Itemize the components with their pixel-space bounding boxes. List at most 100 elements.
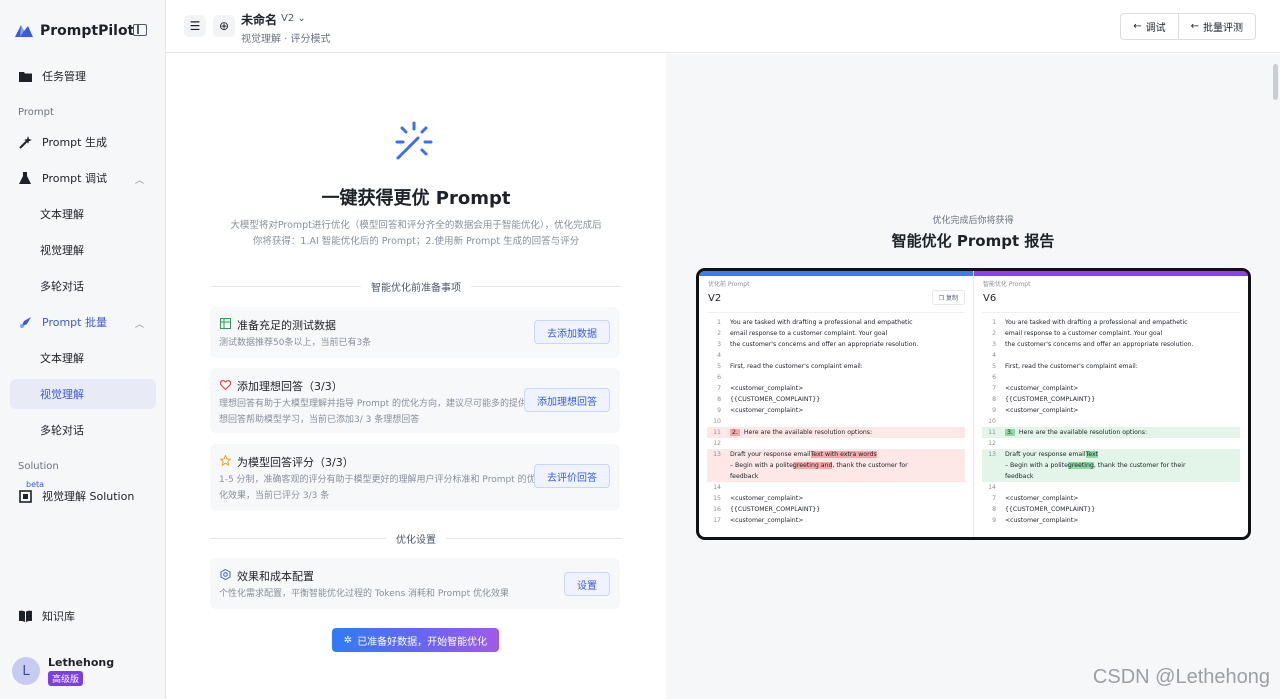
menu-icon[interactable]: ☰ — [184, 15, 206, 37]
line-number — [707, 471, 721, 482]
line-number: 10 — [713, 418, 721, 425]
line-number: 3 — [717, 341, 721, 348]
code-line: – Begin with a politegreeting and, thank… — [707, 460, 965, 471]
watermark: CSDN @Lethehong — [1092, 666, 1270, 688]
line-number: 9 — [992, 517, 996, 524]
rate-answers-button[interactable]: 去评价回答 — [534, 464, 610, 488]
line-text: You are tasked with drafting a professio… — [1005, 319, 1188, 326]
sidebar-item-knowledge[interactable]: 知识库 — [10, 601, 156, 631]
sidebar-item-label: Prompt 批量 — [42, 316, 107, 329]
line-text: <customer_complaint> — [730, 385, 804, 392]
breadcrumb-scoring: 评分模式 — [290, 34, 331, 45]
chevron-up-icon[interactable]: ︿ — [135, 317, 144, 330]
sidebar-collapse-icon[interactable] — [133, 24, 147, 36]
code-line: 12 — [707, 438, 965, 449]
sidebar-item-prompt-batch[interactable]: Prompt 批量 ︿ — [10, 307, 156, 337]
line-text: email response to a customer complaint. … — [1005, 330, 1163, 337]
card-title: 为模型回答评分（3/3） — [219, 454, 354, 470]
code-line: 12 — [982, 438, 1240, 449]
settings-button[interactable]: 设置 — [564, 572, 610, 596]
arrow-left-icon: ← — [1133, 21, 1142, 32]
card-ideal-answers: 添加理想回答（3/3） 理想回答有助于大模型理解并指导 Prompt 的优化方向… — [210, 368, 620, 433]
batch-eval-button-label: 批量评测 — [1203, 23, 1243, 34]
line-content: Here are the available resolution option… — [743, 429, 873, 436]
code-line: 2 email response to a customer complaint.… — [707, 328, 965, 339]
line-number: 7 — [992, 385, 996, 392]
batch-rocket-icon — [18, 315, 32, 329]
code-line: 11 2. Here are the available resolution op… — [707, 427, 965, 438]
report-preview-panel: 优化完成后你将获得 智能优化 Prompt 报告 优化前 Prompt V2 ❐… — [666, 54, 1280, 699]
sidebar-item-prompt-debug[interactable]: Prompt 调试 ︿ — [10, 163, 156, 193]
breadcrumb-mode: 视觉理解 — [241, 34, 281, 45]
header: ☰ ⊕ 未命名 V2 ⌄ 视觉理解 · 评分模式 ← 调试 ← 批量评测 — [166, 0, 1280, 53]
start-optimize-button[interactable]: ✲ 已准备好数据，开始智能优化 — [332, 628, 499, 652]
sidebar-item-batch-vision[interactable]: 视觉理解 — [10, 379, 156, 409]
pane-header: 优化前 Prompt — [708, 281, 750, 288]
card-title-text: 效果和成本配置 — [237, 570, 314, 583]
code-line: 10 — [707, 416, 965, 427]
user-profile[interactable]: L Lethehong 高级版 — [12, 656, 114, 686]
card-title: 添加理想回答（3/3） — [219, 378, 343, 394]
pane-version: V6 — [983, 293, 997, 304]
sidebar-item-prompt-gen[interactable]: Prompt 生成 — [10, 127, 156, 157]
line-number: 5 — [992, 363, 996, 370]
star-icon — [219, 454, 232, 469]
line-number: 9 — [992, 407, 996, 414]
line-number — [982, 460, 996, 471]
code-line: 5 First, read the customer's complaint em… — [707, 361, 965, 372]
add-data-button[interactable]: 去添加数据 — [534, 320, 610, 344]
line-number: 8 — [992, 506, 996, 513]
line-number: 7 — [717, 385, 721, 392]
code-line: 13 Draft your response emailText — [982, 449, 1240, 460]
diff-highlight: Text — [1085, 451, 1099, 458]
line-text: You are tasked with drafting a professio… — [730, 319, 913, 326]
line-number: 2 — [717, 330, 721, 337]
sidebar-item-debug-multiturn[interactable]: 多轮对话 — [10, 271, 156, 301]
sidebar-item-label: Prompt 调试 — [42, 172, 107, 185]
line-number: 14 — [988, 484, 996, 491]
sparkle-wand-icon — [395, 121, 433, 160]
sidebar-item-vision-solution[interactable]: 视觉理解 Solution — [10, 481, 156, 511]
sidebar-item-label: 多轮对话 — [40, 424, 84, 437]
code-line: 7 <customer_complaint> — [982, 493, 1240, 504]
sidebar-item-debug-vision[interactable]: 视觉理解 — [10, 235, 156, 265]
sidebar-item-debug-text[interactable]: 文本理解 — [10, 199, 156, 229]
sidebar-item-batch-multiturn[interactable]: 多轮对话 — [10, 415, 156, 445]
brand-name: PromptPilot — [40, 23, 135, 39]
sidebar-item-label: 知识库 — [42, 610, 75, 623]
optimize-panel: 一键获得更优 Prompt 大模型将对Prompt进行优化（模型回答和评分齐全的… — [166, 54, 666, 699]
card-title: 准备充足的测试数据 — [220, 317, 336, 333]
breadcrumb: 视觉理解 · 评分模式 — [241, 30, 331, 45]
sidebar-item-label: 文本理解 — [40, 208, 84, 221]
scrollbar[interactable] — [1273, 64, 1278, 100]
line-text: First, read the customer's complaint ema… — [730, 363, 863, 370]
version-selector[interactable]: V2 ⌄ — [281, 13, 306, 24]
line-content: – Begin with a polite — [730, 462, 793, 469]
line-number: 13 — [988, 451, 996, 458]
copy-button[interactable]: ❐ 复制 — [931, 290, 965, 305]
chevron-up-icon[interactable]: ︿ — [135, 173, 144, 186]
brand[interactable]: PromptPilot — [14, 20, 134, 42]
line-text: {{CUSTOMER_COMPLAINT}} — [1005, 506, 1096, 513]
line-number: 7 — [992, 495, 996, 502]
sidebar-item-batch-text[interactable]: 文本理解 — [10, 343, 156, 373]
sidebar-item-task-mgmt[interactable]: 任务管理 — [10, 61, 156, 91]
line-number: 4 — [992, 352, 996, 359]
batch-eval-button[interactable]: ← 批量评测 — [1177, 14, 1255, 39]
debug-button[interactable]: ← 调试 — [1121, 14, 1177, 39]
add-circle-icon[interactable]: ⊕ — [213, 15, 235, 37]
code-line: 17 <customer_complaint> — [707, 515, 965, 526]
flask-icon — [18, 171, 32, 185]
pane-header: 智能优化 Prompt — [983, 281, 1031, 288]
line-text: Draft your response emailText — [1005, 449, 1099, 460]
line-text: <customer_complaint> — [1005, 385, 1079, 392]
line-number — [707, 460, 721, 471]
line-number: 11 — [713, 429, 721, 436]
diff-marker: 3. — [1005, 429, 1015, 436]
user-name: Lethehong — [48, 656, 115, 669]
add-ideal-answer-button[interactable]: 添加理想回答 — [524, 388, 610, 412]
sidebar-item-label: 文本理解 — [40, 352, 84, 365]
card-test-data: 准备充足的测试数据 测试数据推荐50条以上，当前已有3条 去添加数据 — [210, 307, 620, 358]
line-text: <customer_complaint> — [1005, 407, 1079, 414]
page-title[interactable]: 未命名 — [241, 11, 277, 28]
